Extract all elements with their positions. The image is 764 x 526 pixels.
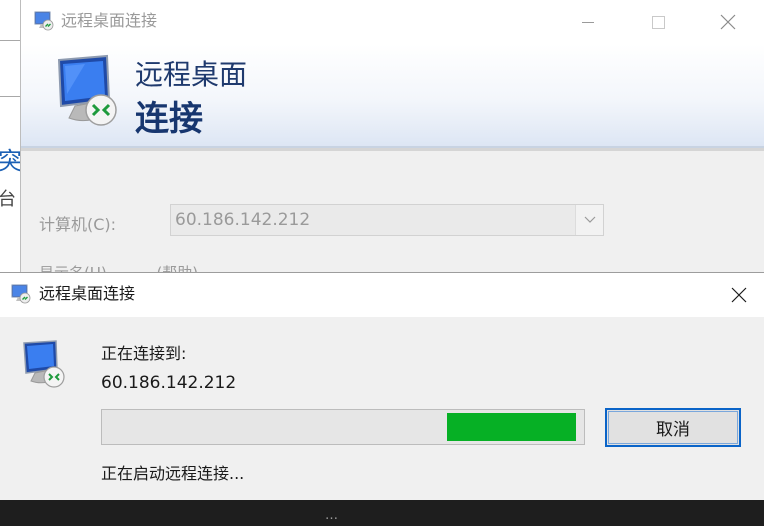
- dialog-title-bar[interactable]: 远程桌面连接: [0, 273, 764, 317]
- remote-desktop-icon: [11, 284, 31, 304]
- window-title: 远程桌面连接: [61, 11, 158, 30]
- close-icon: [731, 287, 747, 303]
- close-button[interactable]: [705, 0, 751, 44]
- partial-label: 显示名(U) (帮助): [39, 264, 198, 272]
- divider: [21, 148, 764, 151]
- background-text-fragment: 突: [0, 147, 22, 175]
- connecting-label: 正在连接到:: [101, 344, 187, 363]
- close-button[interactable]: [716, 273, 762, 317]
- close-icon: [720, 14, 736, 30]
- banner: 远程桌面 连接: [21, 44, 764, 148]
- banner-subtitle: 连接: [135, 99, 203, 139]
- background-strip: [0, 500, 764, 526]
- maximize-button[interactable]: [635, 0, 681, 44]
- progress-bar: [101, 409, 585, 445]
- maximize-icon: [651, 15, 665, 29]
- cancel-button[interactable]: 取消: [605, 408, 741, 447]
- minimize-button[interactable]: [565, 0, 611, 44]
- rdc-main-window: 远程桌面连接 远程桌面 连接 计算机(C): 60.186.142.212 显示…: [20, 0, 764, 280]
- remote-desktop-icon: [57, 54, 117, 126]
- computer-label: 计算机(C):: [39, 215, 117, 234]
- divider: [0, 96, 22, 97]
- chevron-down-icon: [584, 216, 595, 223]
- remote-desktop-icon: [34, 11, 54, 31]
- computer-value[interactable]: 60.186.142.212: [175, 209, 310, 231]
- connecting-dialog: 远程桌面连接 正在连接到: 60.186.142.212 取消 正在启动远程连接…: [0, 272, 764, 500]
- cancel-label: 取消: [656, 420, 690, 440]
- remote-desktop-icon: [23, 340, 65, 388]
- status-text: 正在启动远程连接...: [101, 464, 245, 483]
- background-text-fragment: 台: [0, 189, 16, 210]
- target-address: 60.186.142.212: [101, 373, 237, 393]
- divider: [0, 40, 22, 41]
- dialog-title: 远程桌面连接: [39, 284, 136, 303]
- progress-fill: [447, 413, 576, 441]
- title-bar[interactable]: 远程桌面连接: [21, 0, 764, 44]
- minimize-icon: [582, 21, 594, 23]
- computer-combobox[interactable]: 60.186.142.212: [170, 204, 604, 236]
- background-text-fragment: …: [325, 508, 340, 523]
- dropdown-button[interactable]: [575, 205, 603, 235]
- computer-row: 计算机(C): 60.186.142.212: [39, 204, 629, 238]
- banner-title: 远程桌面: [135, 58, 248, 91]
